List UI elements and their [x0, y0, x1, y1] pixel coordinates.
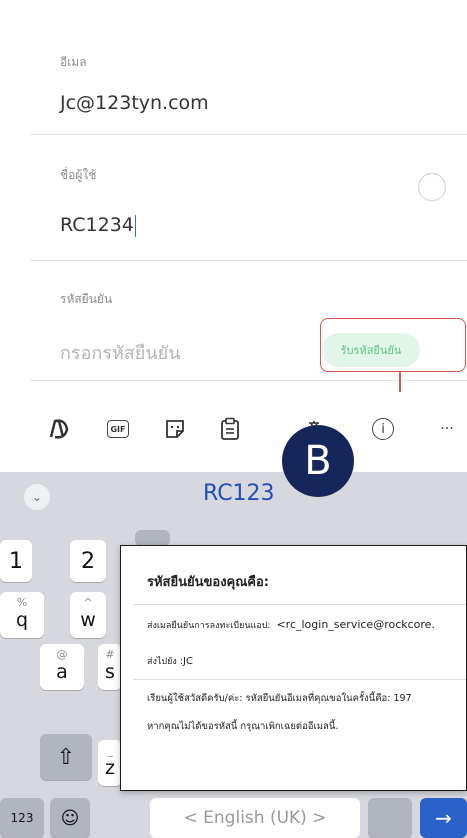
info-icon[interactable]: i [368, 414, 398, 444]
sticker-icon[interactable] [160, 414, 190, 444]
username-field[interactable]: RC1234 [60, 214, 137, 237]
key-q-sub: % [16, 596, 28, 609]
key-s[interactable]: # s [98, 644, 122, 690]
key-w-sub: ^ [83, 596, 93, 609]
sender-value: <rc_login_service@rockcore. [276, 618, 435, 631]
username-label: ชื่อผู้ใช้ [60, 168, 97, 182]
shift-key[interactable]: ⇧ [40, 734, 92, 780]
key-w[interactable]: ^ w [70, 592, 106, 638]
key-q[interactable]: % q [0, 592, 44, 638]
suggestion-bar: ⌄ RC123 [0, 472, 467, 520]
clipboard-icon[interactable] [215, 414, 245, 444]
recipient-label: ส่งไปยัง [147, 657, 177, 667]
key-w-main: w [80, 609, 96, 631]
key-z-main: z [105, 757, 115, 779]
gif-label: GIF [107, 420, 129, 438]
collapse-keyboard-button[interactable]: ⌄ [24, 484, 50, 510]
key-a-sub: @ [56, 648, 68, 661]
popup-divider-top [133, 604, 466, 605]
more-icon[interactable]: ··· [432, 414, 462, 444]
key-1[interactable]: 1 [0, 540, 32, 582]
key-q-main: q [15, 609, 29, 631]
recipient-row: ส่งไปยัง :JC [147, 654, 193, 668]
key-2[interactable]: 2 [70, 540, 106, 582]
key-s-sub: # [105, 648, 115, 661]
email-field[interactable]: Jc@123tyn.com [60, 92, 209, 114]
keyboard-toolbar: GIF i ··· [0, 392, 467, 472]
key-3[interactable] [135, 530, 170, 545]
popup-divider-bottom [133, 679, 466, 680]
emoji-key[interactable]: ☺ [50, 798, 90, 838]
sender-row: ส่งเมลยืนยันการลงทะเบียนแอป: <rc_login_se… [147, 618, 435, 632]
email-title: รหัสยืนยันของคุณคือ: [147, 575, 269, 590]
numbers-key[interactable]: 123 [0, 798, 44, 838]
username-value: RC1234 [60, 214, 134, 236]
step-badge: B [282, 425, 354, 497]
enter-key[interactable]: → [420, 798, 467, 838]
verification-code-input[interactable]: กรอกรหัสยืนยัน [60, 338, 181, 367]
text-caret [134, 214, 137, 237]
recipient-value: :JC [179, 656, 193, 667]
punctuation-key[interactable] [368, 798, 412, 838]
screen: อีเมล Jc@123tyn.com ชื่อผู้ใช้ RC1234 รห… [0, 0, 467, 838]
info-label: i [372, 418, 394, 440]
email-preview-popup: รหัสยืนยันของคุณคือ: ส่งเมลยืนยันการลงทะ… [120, 545, 467, 791]
email-divider [30, 134, 467, 135]
space-key[interactable]: < English (UK) > [150, 798, 360, 838]
key-z[interactable]: _ z [98, 740, 122, 786]
key-s-main: s [105, 661, 115, 683]
key-a[interactable]: @ a [40, 644, 84, 690]
key-a-main: a [56, 661, 68, 683]
code-label: รหัสยืนยัน [60, 292, 113, 306]
sender-label: ส่งเมลยืนยันการลงทะเบียนแอป: [147, 621, 271, 631]
email-body-line-2: หากคุณไม่ได้ขอรหัสนี้ กรุณาเพิกเฉยต่ออีเ… [147, 721, 339, 732]
code-divider [30, 380, 467, 381]
copilot-icon[interactable] [43, 414, 73, 444]
gif-icon[interactable]: GIF [103, 414, 133, 444]
suggestion-word[interactable]: RC123 [203, 481, 275, 506]
key-z-sub: _ [107, 744, 113, 757]
email-body-line-1: เรียนผู้ใช้สวัสดีครับ/ค่ะ: รหัสยืนยันอีเ… [147, 693, 412, 704]
email-label: อีเมล [60, 55, 87, 69]
username-divider [30, 260, 467, 261]
annotation-highlight-box [320, 318, 466, 372]
clear-toggle-icon[interactable] [418, 173, 446, 201]
